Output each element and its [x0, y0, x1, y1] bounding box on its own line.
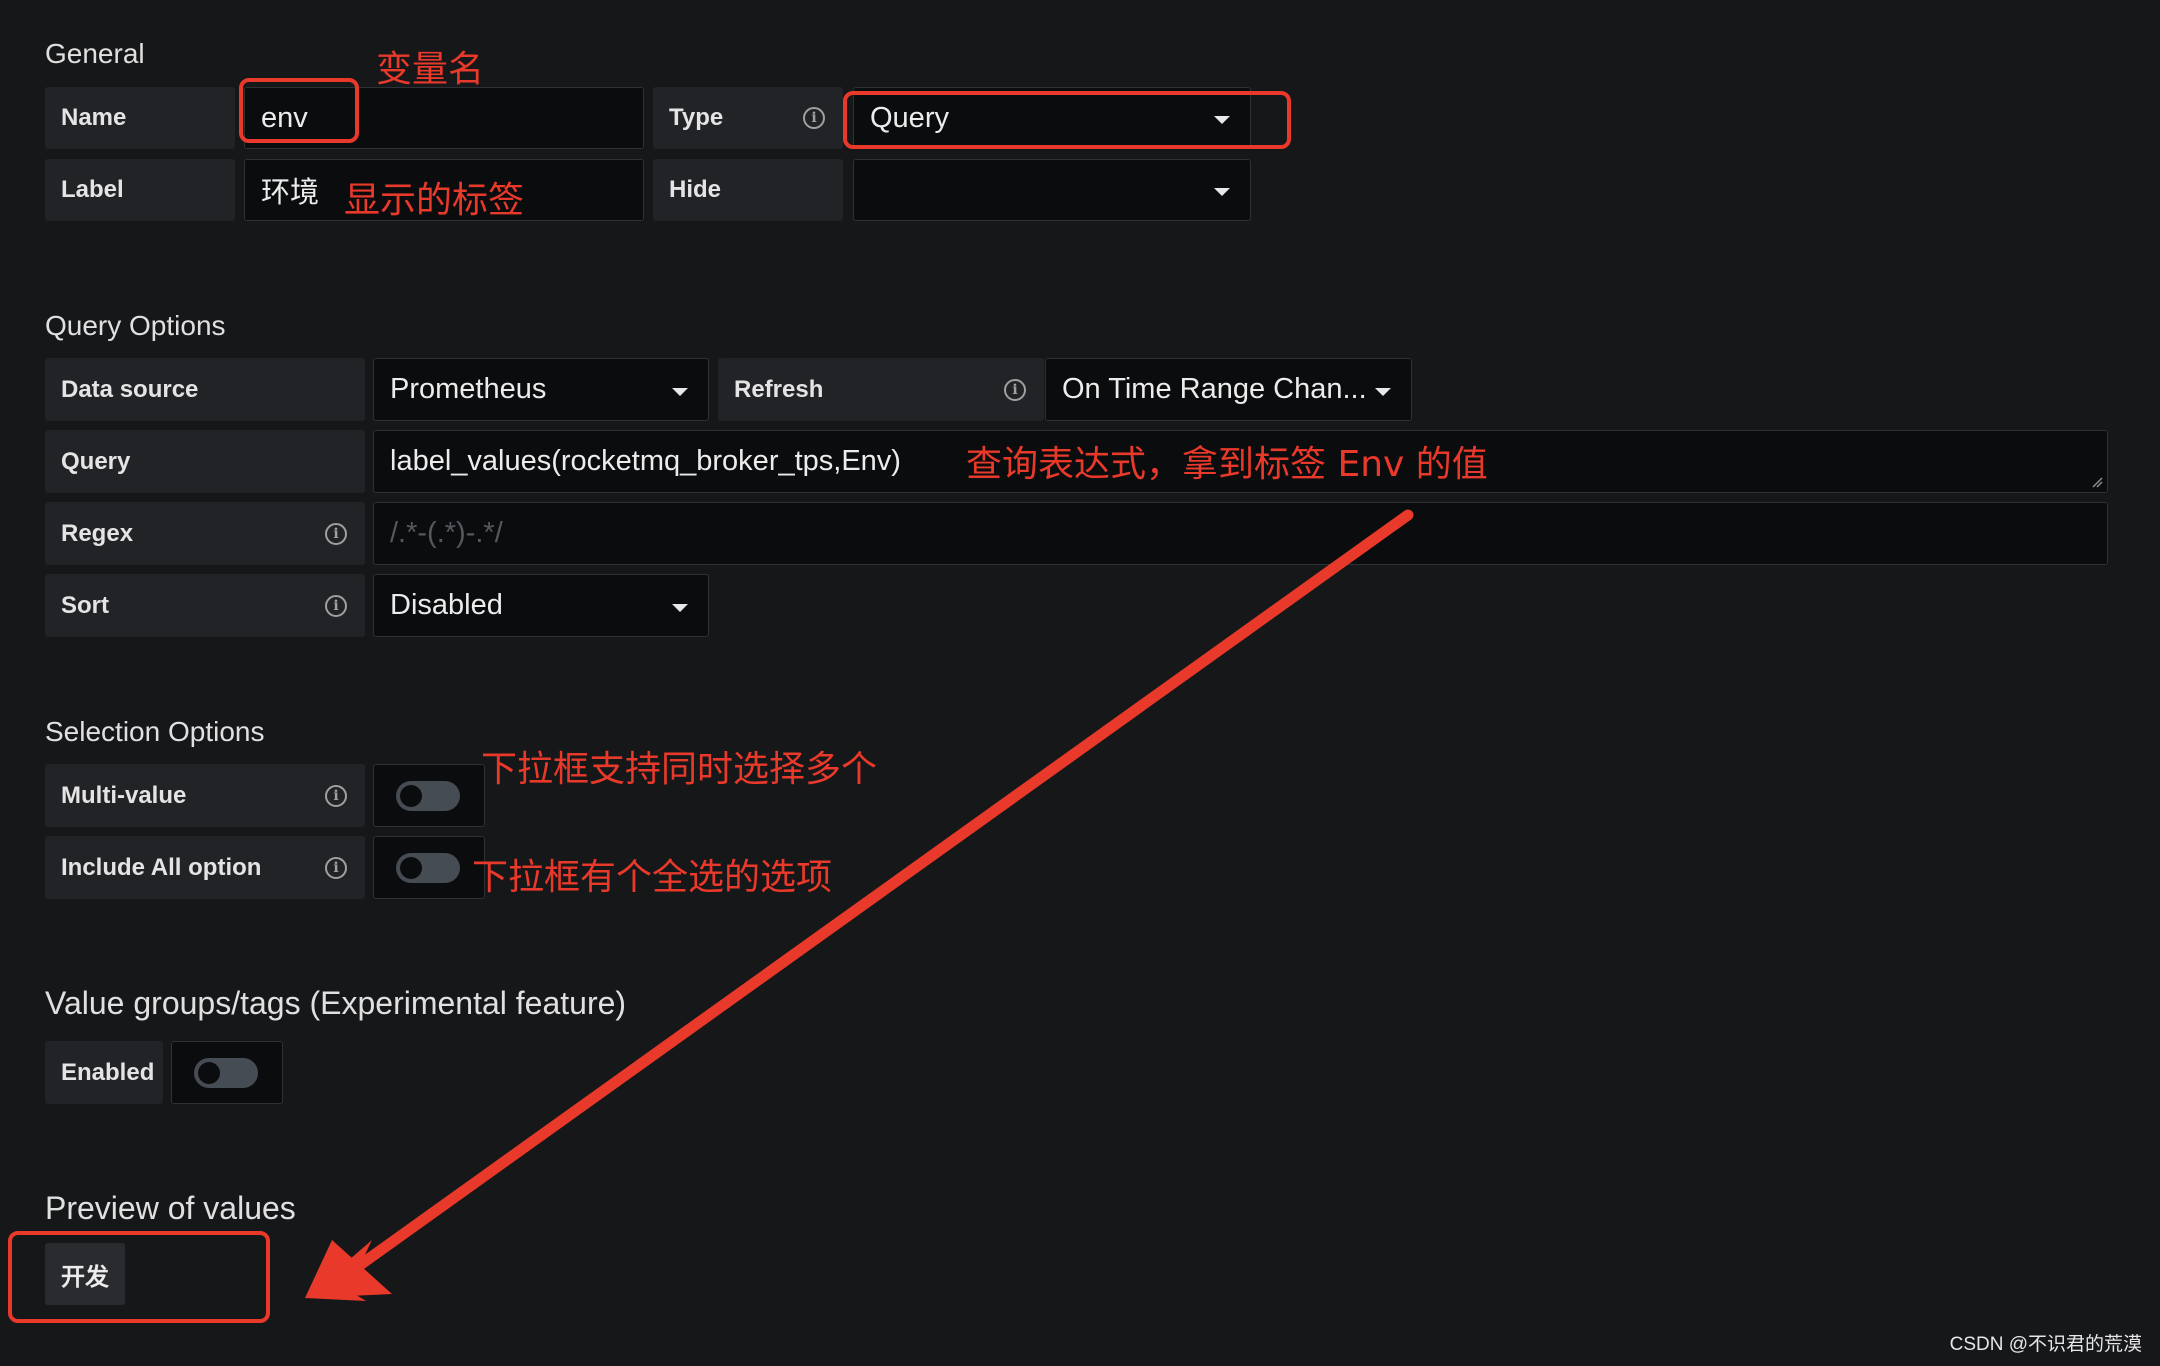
annotation-arrow-icon: [305, 509, 1414, 1301]
watermark: CSDN @不识君的荒漠: [1949, 1334, 2142, 1355]
